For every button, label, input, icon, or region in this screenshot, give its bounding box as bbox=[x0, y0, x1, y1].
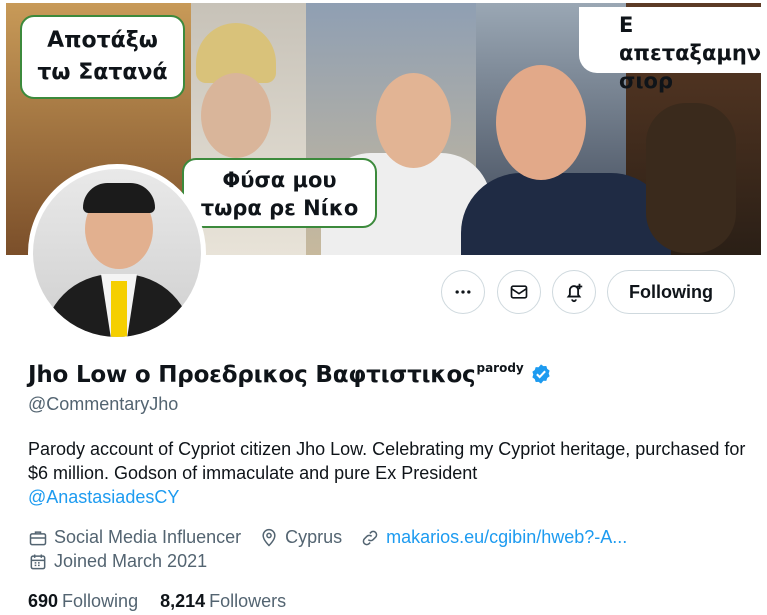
location-item: Cyprus bbox=[259, 527, 342, 548]
followers-label: Followers bbox=[209, 591, 287, 611]
category-item: Social Media Influencer bbox=[28, 527, 241, 548]
following-stat[interactable]: 690 Following bbox=[28, 591, 138, 612]
profile-name: Jho Low ο Προεδρικος Βαφτιστικος bbox=[28, 362, 476, 388]
bubble-line: τωρα ρε Νίκο bbox=[200, 196, 359, 220]
website-link[interactable]: makarios.eu/cgibin/hweb?-A... bbox=[386, 527, 627, 548]
bio-text: Parody account of Cypriot citizen Jho Lo… bbox=[28, 439, 746, 483]
avatar-image bbox=[33, 169, 201, 337]
profile-meta: Social Media Influencer Cyprus makarios.… bbox=[28, 527, 645, 548]
bishop-face bbox=[201, 73, 271, 158]
mail-icon bbox=[510, 285, 528, 299]
location-pin-icon bbox=[262, 528, 276, 547]
profile-avatar[interactable] bbox=[28, 164, 206, 342]
message-button[interactable] bbox=[497, 270, 541, 314]
avatar-hair bbox=[83, 183, 155, 213]
profile-handle: @CommentaryJho bbox=[28, 394, 179, 414]
following-label: Following bbox=[62, 591, 139, 611]
notifications-button[interactable] bbox=[552, 270, 596, 314]
speech-bubble-right: Ε απεταξαμην σιορ bbox=[579, 7, 761, 93]
bubble-line: Ε απεταξαμην bbox=[619, 13, 761, 65]
following-count: 690 bbox=[28, 591, 59, 611]
joined-text: Joined March 2021 bbox=[54, 551, 208, 571]
website-item[interactable]: makarios.eu/cgibin/hweb?-A... bbox=[360, 527, 627, 548]
profile-name-row: Jho Low ο Προεδρικος Βαφτιστικος parody bbox=[28, 360, 552, 390]
politician-face bbox=[496, 65, 586, 180]
followers-stat[interactable]: 8,214 Followers bbox=[160, 591, 286, 612]
speech-bubble-center: Φύσα μου τωρα ρε Νίκο bbox=[182, 158, 377, 228]
bubble-line: Φύσα μου bbox=[222, 168, 337, 192]
bubble-line: σιορ bbox=[619, 69, 673, 93]
parody-label: parody bbox=[476, 361, 524, 375]
followers-count: 8,214 bbox=[160, 591, 206, 611]
more-icon bbox=[455, 290, 471, 294]
joined-item: Joined March 2021 bbox=[28, 551, 207, 572]
follow-stats: 690 Following 8,214 Followers bbox=[28, 591, 308, 612]
priest-figure bbox=[646, 103, 736, 253]
briefcase-icon bbox=[29, 530, 47, 545]
link-icon bbox=[362, 530, 378, 545]
jho-low-face bbox=[376, 73, 451, 168]
profile-joined: Joined March 2021 bbox=[28, 551, 225, 572]
speech-bubble-left: Αποτάξω τω Σατανά bbox=[20, 15, 185, 99]
profile-bio: Parody account of Cypriot citizen Jho Lo… bbox=[28, 437, 748, 509]
avatar-tie bbox=[111, 281, 127, 337]
category-text: Social Media Influencer bbox=[54, 527, 242, 547]
calendar-icon bbox=[30, 554, 46, 569]
location-text: Cyprus bbox=[285, 527, 343, 547]
bubble-line: τω Σατανά bbox=[37, 60, 168, 85]
more-button[interactable] bbox=[441, 270, 485, 314]
bell-plus-icon bbox=[566, 283, 583, 303]
politician-suit bbox=[461, 173, 671, 255]
bio-mention-link[interactable]: @AnastasiadesCY bbox=[28, 487, 179, 507]
bubble-line: Αποτάξω bbox=[47, 28, 158, 53]
verified-badge-icon[interactable] bbox=[530, 363, 552, 385]
following-button[interactable]: Following bbox=[607, 270, 735, 314]
